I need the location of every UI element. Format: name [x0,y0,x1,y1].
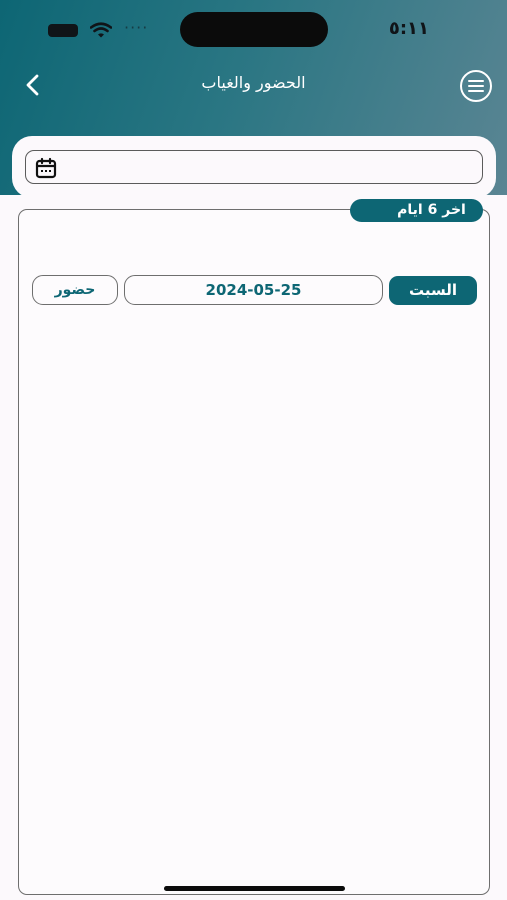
record-date: 2024-05-25 [124,275,383,305]
signal-dots: ···· [124,18,149,37]
page-title: الحضور والغياب [201,73,306,92]
menu-button[interactable] [460,70,492,102]
dynamic-island [180,12,328,47]
day-button[interactable]: السبت [389,276,477,305]
attendance-list-panel [18,209,490,895]
wifi-icon [90,22,112,38]
range-label-tag: اخر 6 ايام [350,199,483,222]
calendar-icon[interactable] [35,157,57,179]
status-time: ٥:١١ [388,18,429,39]
attendance-status: حضور [32,275,118,305]
battery-icon [48,23,78,37]
menu-icon [468,80,484,92]
date-picker-field[interactable] [25,150,483,184]
home-indicator [164,886,345,891]
status-bar-icons: ···· [48,20,148,40]
